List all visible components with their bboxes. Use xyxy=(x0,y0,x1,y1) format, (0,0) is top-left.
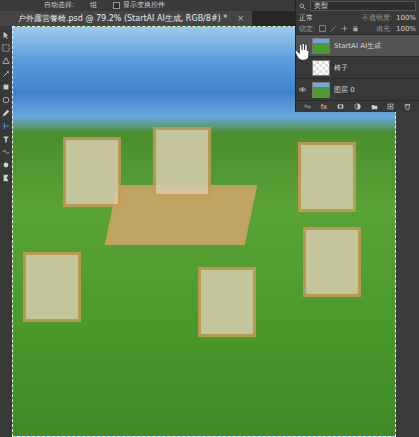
lock-brush-icon xyxy=(330,25,337,32)
chair-shape xyxy=(198,267,256,337)
visibility-toggle[interactable] xyxy=(296,84,308,96)
folder-icon xyxy=(371,103,378,110)
fx-button[interactable]: fx xyxy=(321,103,328,111)
fill-value[interactable]: 100% xyxy=(396,25,416,33)
link-icon xyxy=(304,103,311,110)
layer-thumbnail xyxy=(312,38,330,54)
visibility-toggle[interactable] xyxy=(296,62,308,74)
hand-cursor-icon xyxy=(294,43,310,61)
photoshop-window: 自动选择: 组 显示变换控件 户外露营餐椅.psd @ 79.2% (StartAI… xyxy=(0,0,419,437)
dodge-icon xyxy=(2,161,10,169)
search-icon xyxy=(299,3,306,10)
layer-row[interactable]: 图层 0 xyxy=(296,78,419,100)
layer-name[interactable]: 图层 0 xyxy=(334,86,355,94)
blend-row: 正常 不透明度: 100% xyxy=(296,12,419,23)
type-icon xyxy=(2,122,10,130)
lock-move-icon xyxy=(341,25,348,32)
brush-icon xyxy=(2,109,10,117)
filter-field[interactable]: 类型 xyxy=(310,1,416,11)
layer-thumbnail xyxy=(312,60,330,76)
layers-panel: 类型正常 不透明度: 100% 锁定: 填充: 100% StartAI AI生成椅子图层 … xyxy=(295,0,419,112)
option-label: 显示变换控件 xyxy=(123,1,165,9)
close-button[interactable]: × xyxy=(237,14,244,23)
document-tab[interactable]: 户外露营餐椅.psd @ 79.2% (StartAI AI生成, RGB/8#… xyxy=(0,11,252,26)
opacity-value[interactable]: 100% xyxy=(396,14,416,22)
wave-icon xyxy=(2,148,10,156)
frame-icon xyxy=(2,83,10,91)
option-item[interactable]: 自动选择: xyxy=(44,1,74,9)
chair-shape xyxy=(298,142,356,212)
lock-row: 锁定: 填充: 100% xyxy=(296,23,419,34)
eye-icon xyxy=(299,86,306,93)
mask-icon xyxy=(337,103,344,110)
move-icon xyxy=(2,31,10,39)
filter-row: 类型 xyxy=(296,0,419,12)
marquee-icon xyxy=(2,44,10,52)
chair-shape xyxy=(303,227,361,297)
visibility-toggle[interactable] xyxy=(296,40,308,52)
option-label: 组 xyxy=(90,1,97,9)
new-layer-icon xyxy=(387,103,394,110)
pen-icon xyxy=(2,174,10,182)
blend-mode-dropdown[interactable]: 正常 xyxy=(299,14,313,22)
lock-label: 锁定: xyxy=(299,25,315,33)
fill-label: 填充: xyxy=(376,25,392,33)
heal-icon xyxy=(2,96,10,104)
layer-row[interactable]: StartAI AI生成 xyxy=(296,34,419,56)
checkbox[interactable] xyxy=(113,2,120,9)
document-title: 户外露营餐椅.psd @ 79.2% (StartAI AI生成, RGB/8#… xyxy=(18,14,227,23)
layer-name[interactable]: StartAI AI生成 xyxy=(334,42,381,50)
crop-icon xyxy=(2,70,10,78)
layer-name[interactable]: 椅子 xyxy=(334,64,348,72)
toolbar xyxy=(0,26,12,437)
layer-row[interactable]: 椅子 xyxy=(296,56,419,78)
adjustment-icon xyxy=(354,103,361,110)
lock-pixels-icon xyxy=(319,25,326,32)
lock-icon xyxy=(352,25,359,32)
lasso-icon xyxy=(2,57,10,65)
option-label: 自动选择: xyxy=(44,1,74,9)
chair-shape xyxy=(23,252,81,322)
layers-footer: fx xyxy=(296,100,419,112)
option-item[interactable]: 显示变换控件 xyxy=(113,1,165,9)
text-icon xyxy=(2,135,10,143)
option-item[interactable]: 组 xyxy=(90,1,97,9)
chair-shape xyxy=(153,127,211,197)
layer-thumbnail xyxy=(312,82,330,98)
chair-shape xyxy=(63,137,121,207)
opacity-label: 不透明度: xyxy=(362,14,392,22)
trash-icon xyxy=(404,103,411,110)
